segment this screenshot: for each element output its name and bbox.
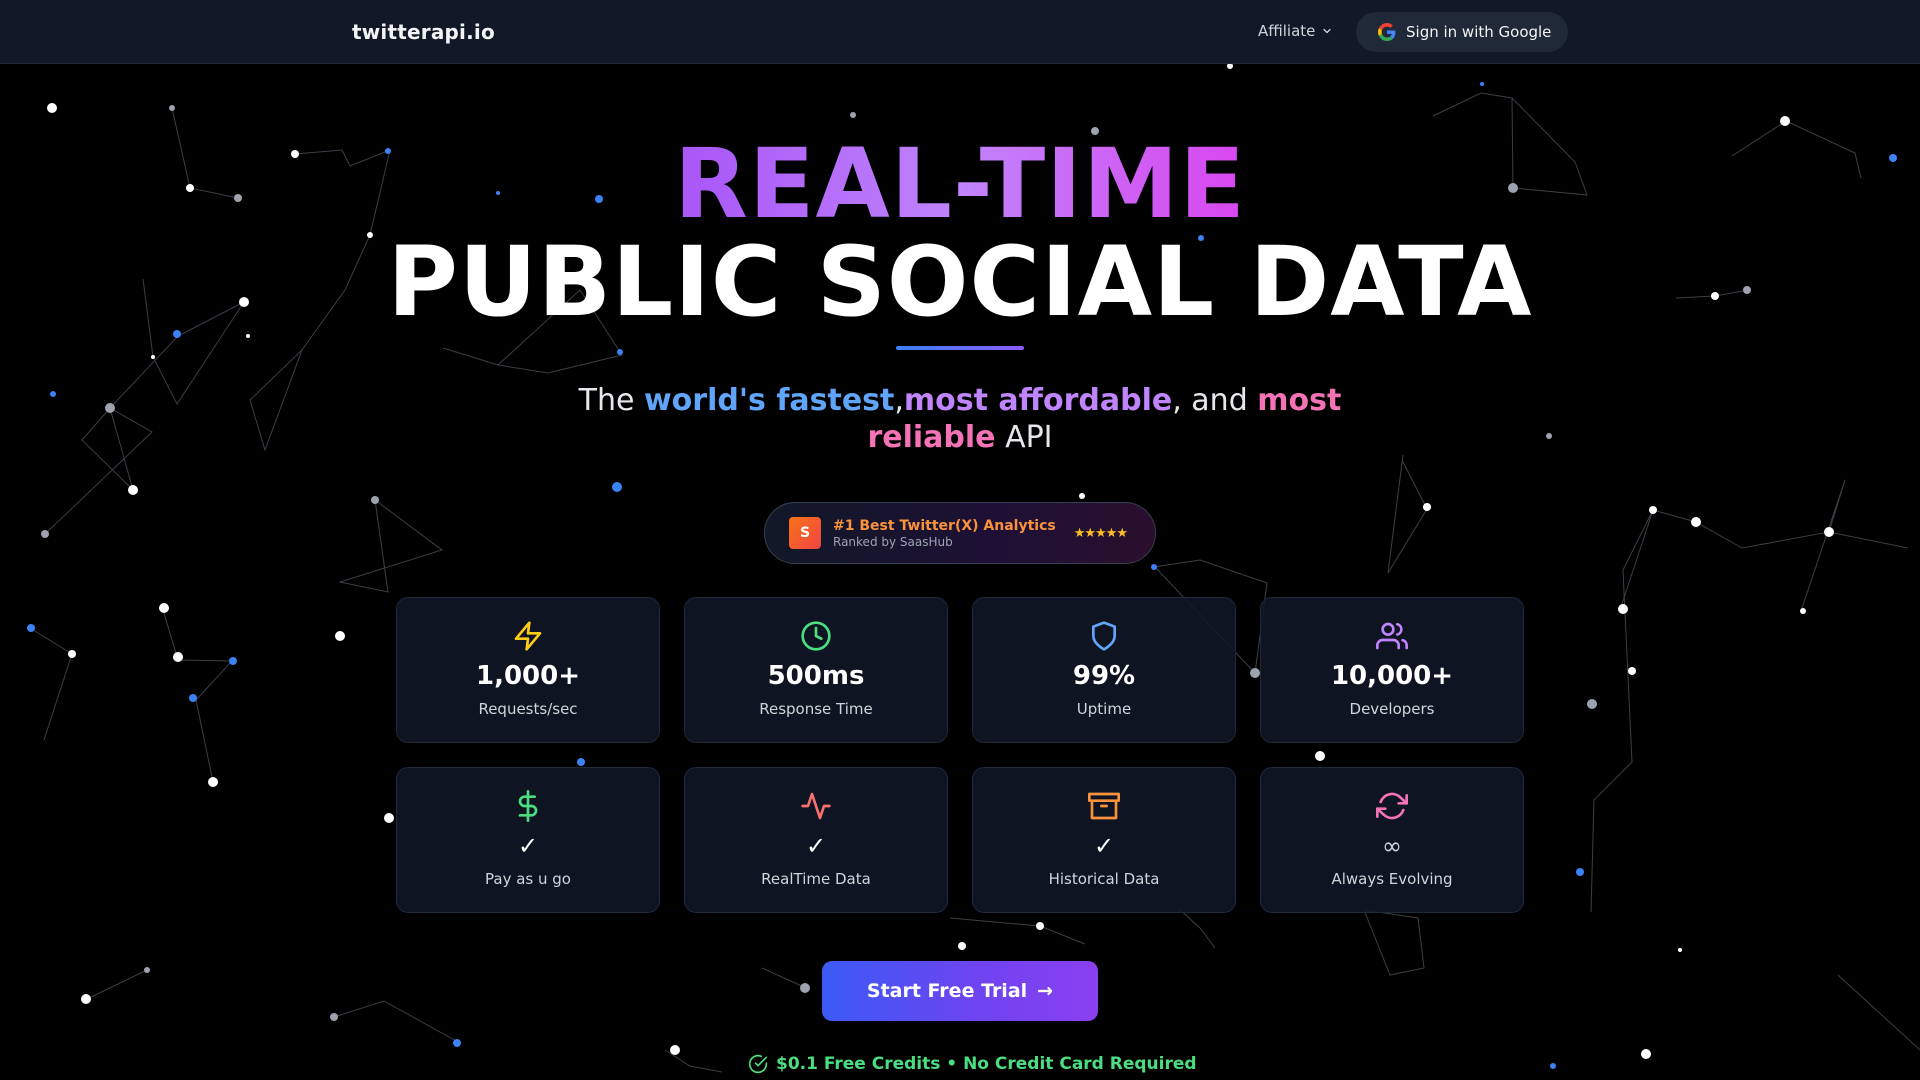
stat-label: Developers bbox=[1349, 700, 1435, 718]
clock-icon bbox=[685, 620, 947, 652]
lightning-icon bbox=[397, 620, 659, 652]
sign-in-google-button[interactable]: Sign in with Google bbox=[1356, 12, 1568, 52]
rating-stars: ★★★★★ bbox=[1073, 525, 1128, 541]
check-mark: ✓ bbox=[1093, 832, 1115, 860]
refresh-icon bbox=[1261, 790, 1523, 822]
feature-label: Historical Data bbox=[1048, 870, 1160, 888]
archive-icon bbox=[973, 790, 1235, 822]
stat-card-developers: 10,000+ Developers bbox=[1260, 597, 1524, 743]
start-free-trial-button[interactable]: Start Free Trial → bbox=[822, 961, 1098, 1021]
hero-title-line1: REAL-TIME bbox=[673, 128, 1246, 240]
chevron-down-icon bbox=[1323, 28, 1332, 34]
stat-value: 10,000+ bbox=[1330, 661, 1454, 691]
feature-card-realtime-data: ✓ RealTime Data bbox=[684, 767, 948, 913]
cta-label: Start Free Trial bbox=[866, 980, 1028, 1002]
dollar-icon bbox=[397, 790, 659, 822]
check-circle-icon bbox=[748, 1054, 768, 1074]
hero-title-line2: PUBLIC SOCIAL DATA bbox=[387, 226, 1533, 338]
arrow-right-icon: → bbox=[1037, 980, 1054, 1002]
hero-section: REAL-TIME PUBLIC SOCIAL DATA The world's… bbox=[0, 0, 1920, 1080]
feature-card-pay-as-you-go: ✓ Pay as u go bbox=[396, 767, 660, 913]
stat-value: 1,000+ bbox=[475, 661, 581, 691]
feature-label: Pay as u go bbox=[485, 870, 571, 888]
free-credits-text: $0.1 Free Credits • No Credit Card Requi… bbox=[776, 1054, 1197, 1074]
google-icon bbox=[1378, 23, 1396, 41]
title-divider bbox=[896, 346, 1024, 350]
top-navbar: twitterapi.io Affiliate Sign in with Goo… bbox=[0, 0, 1920, 64]
infinity-mark: ∞ bbox=[1382, 832, 1402, 860]
feature-label: RealTime Data bbox=[761, 870, 871, 888]
feature-card-historical-data: ✓ Historical Data bbox=[972, 767, 1236, 913]
stat-label: Uptime bbox=[1076, 700, 1132, 718]
stat-card-uptime: 99% Uptime bbox=[972, 597, 1236, 743]
sign-in-label: Sign in with Google bbox=[1406, 23, 1552, 41]
affiliate-label: Affiliate bbox=[1258, 22, 1316, 40]
saashub-logo: S bbox=[789, 517, 821, 549]
hero-subtitle: The world's fastest,most affordable, and… bbox=[578, 383, 1342, 455]
check-mark: ✓ bbox=[805, 832, 827, 860]
shield-icon bbox=[973, 620, 1235, 652]
saashub-ranking-badge[interactable]: S #1 Best Twitter(X) Analytics Ranked by… bbox=[764, 502, 1156, 564]
free-credits-note: $0.1 Free Credits • No Credit Card Requi… bbox=[748, 1054, 1197, 1074]
stat-label: Response Time bbox=[759, 700, 873, 718]
brand-logo[interactable]: twitterapi.io bbox=[352, 20, 495, 44]
stat-label: Requests/sec bbox=[478, 700, 578, 718]
badge-title: #1 Best Twitter(X) Analytics bbox=[833, 517, 1056, 534]
check-mark: ✓ bbox=[517, 832, 539, 860]
activity-icon bbox=[685, 790, 947, 822]
stat-value: 99% bbox=[1072, 661, 1136, 691]
users-icon bbox=[1261, 620, 1523, 652]
stat-value: 500ms bbox=[767, 661, 865, 691]
stat-card-response-time: 500ms Response Time bbox=[684, 597, 948, 743]
badge-subtitle: Ranked by SaasHub bbox=[833, 534, 953, 549]
affiliate-dropdown[interactable]: Affiliate bbox=[1258, 22, 1333, 40]
stat-card-requests: 1,000+ Requests/sec bbox=[396, 597, 660, 743]
feature-label: Always Evolving bbox=[1331, 870, 1453, 888]
feature-card-always-evolving: ∞ Always Evolving bbox=[1260, 767, 1524, 913]
